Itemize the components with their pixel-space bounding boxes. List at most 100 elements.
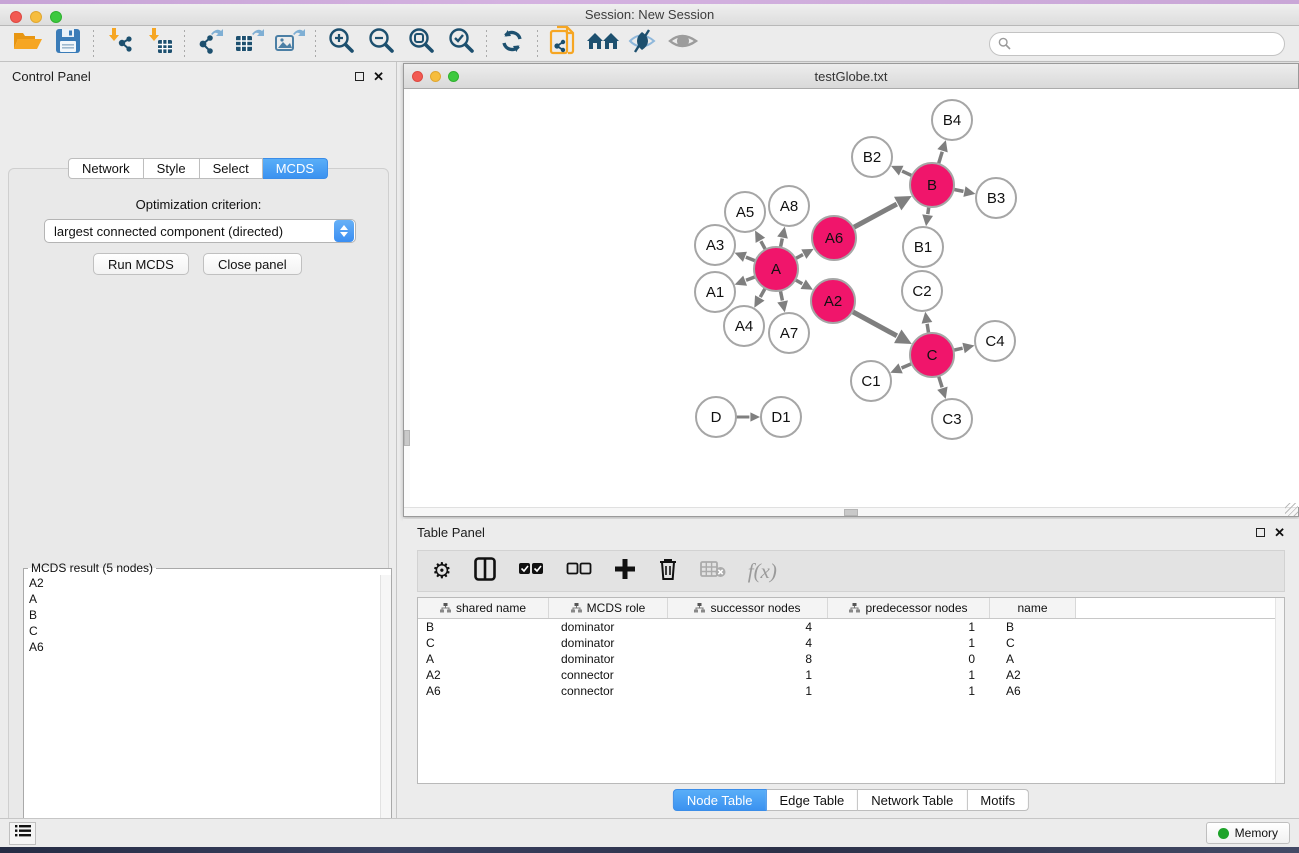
table-cell: 1	[828, 684, 990, 698]
open-session-button[interactable]	[8, 28, 48, 60]
node-label-A: A	[771, 261, 781, 278]
column-type-icon	[571, 603, 582, 613]
table-row[interactable]: Adominator80A	[418, 651, 1284, 667]
search-field[interactable]	[989, 32, 1285, 56]
deselect-all-button[interactable]	[566, 556, 592, 586]
tab-network[interactable]: Network	[68, 158, 144, 179]
search-container	[989, 32, 1285, 56]
select-all-button[interactable]	[518, 556, 544, 586]
column-selector-button[interactable]	[474, 556, 496, 586]
export-table-button[interactable]	[230, 28, 270, 60]
column-header-name[interactable]: name	[990, 598, 1076, 618]
criterion-dropdown[interactable]: largest connected component (directed)	[44, 219, 356, 243]
column-header-MCDS-role[interactable]: MCDS role	[549, 598, 668, 618]
float-panel-icon[interactable]	[355, 72, 364, 81]
toolbar-separator	[93, 30, 94, 58]
mcds-result-item[interactable]: A6	[24, 639, 381, 655]
zoom-fit-button[interactable]	[401, 28, 441, 60]
table-cell: 1	[828, 636, 990, 650]
tab-edge-table[interactable]: Edge Table	[766, 789, 858, 811]
column-header-successor-nodes[interactable]: successor nodes	[668, 598, 828, 618]
refresh-button[interactable]	[492, 28, 532, 60]
criterion-dropdown-value: largest connected component (directed)	[45, 224, 334, 239]
table-row[interactable]: Bdominator41B	[418, 619, 1284, 635]
table-cell: 1	[668, 668, 828, 682]
column-header-predecessor-nodes[interactable]: predecessor nodes	[828, 598, 990, 618]
mcds-result-item[interactable]: C	[24, 623, 381, 639]
desktop-strip-bottom	[0, 847, 1299, 853]
table-scrollbar[interactable]	[1275, 598, 1284, 783]
gear-icon: ⚙	[432, 560, 452, 582]
mcds-result-item[interactable]: A	[24, 591, 381, 607]
table-row[interactable]: Cdominator41C	[418, 635, 1284, 651]
close-window-button[interactable]	[10, 11, 22, 23]
network-window-controls	[412, 71, 459, 82]
node-table[interactable]: shared nameMCDS rolesuccessor nodesprede…	[417, 597, 1285, 784]
table-options-button[interactable]: ⚙	[432, 556, 452, 586]
zoom-out-button[interactable]	[361, 28, 401, 60]
close-table-panel-icon[interactable]: ✕	[1274, 528, 1285, 537]
minimize-window-button[interactable]	[30, 11, 42, 23]
mcds-panel: Optimization criterion: largest connecte…	[8, 168, 389, 853]
mcds-result-item[interactable]: B	[24, 607, 381, 623]
arrowhead	[777, 227, 788, 239]
arrowhead	[801, 280, 813, 290]
network-window-title: testGlobe.txt	[815, 69, 888, 84]
network-zoom-button[interactable]	[448, 71, 459, 82]
column-header-shared-name[interactable]: shared name	[418, 598, 549, 618]
tab-network-table[interactable]: Network Table	[858, 789, 967, 811]
checked-boxes-icon	[518, 562, 544, 581]
zoom-selected-button[interactable]	[441, 28, 481, 60]
network-canvas[interactable]: AA1A2A3A4A5A6A7A8BB1B2B3B4CC1C2C3C4DD1	[410, 89, 1299, 507]
tab-select[interactable]: Select	[200, 158, 263, 179]
add-column-button[interactable]	[614, 556, 636, 586]
import-table-icon	[144, 26, 174, 61]
node-label-B3: B3	[987, 190, 1005, 207]
delete-columns-button[interactable]	[658, 556, 678, 586]
arrowhead	[750, 412, 760, 421]
mcds-result-item[interactable]: A2	[24, 575, 381, 591]
first-neighbors-button[interactable]	[583, 28, 623, 60]
arrowhead	[801, 249, 813, 259]
network-close-button[interactable]	[412, 71, 423, 82]
run-mcds-button[interactable]: Run MCDS	[93, 253, 189, 275]
tab-motifs[interactable]: Motifs	[967, 789, 1029, 811]
zoom-window-button[interactable]	[50, 11, 62, 23]
network-minimize-button[interactable]	[430, 71, 441, 82]
import-table-button[interactable]	[139, 28, 179, 60]
table-row[interactable]: A2connector11A2	[418, 667, 1284, 683]
resize-grip[interactable]	[1285, 503, 1298, 516]
show-all-button[interactable]	[663, 28, 703, 60]
clone-network-button[interactable]	[543, 28, 583, 60]
export-image-button[interactable]	[270, 28, 310, 60]
close-panel-button[interactable]: Close panel	[203, 253, 302, 275]
table-row[interactable]: A6connector11A6	[418, 683, 1284, 699]
table-cell: 8	[668, 652, 828, 666]
show-console-button[interactable]	[9, 822, 36, 845]
table-cell: A2	[418, 668, 549, 682]
network-graph[interactable]: AA1A2A3A4A5A6A7A8BB1B2B3B4CC1C2C3C4DD1	[410, 89, 1299, 507]
network-horizontal-scrollbar[interactable]	[404, 507, 1298, 516]
close-panel-icon[interactable]: ✕	[373, 72, 384, 81]
tab-mcds[interactable]: MCDS	[263, 158, 328, 179]
network-window-titlebar[interactable]: testGlobe.txt	[404, 64, 1298, 89]
result-scrollbar[interactable]	[380, 575, 391, 853]
zoom-in-button[interactable]	[321, 28, 361, 60]
float-table-panel-icon[interactable]	[1256, 528, 1265, 537]
memory-status-icon	[1218, 828, 1229, 839]
search-input[interactable]	[1015, 35, 1284, 53]
hide-selected-button[interactable]	[623, 28, 663, 60]
columns-icon	[474, 557, 496, 586]
tab-node-table[interactable]: Node Table	[673, 789, 767, 811]
import-network-button[interactable]	[99, 28, 139, 60]
memory-button[interactable]: Memory	[1206, 822, 1290, 844]
table-cell: 0	[828, 652, 990, 666]
tab-style[interactable]: Style	[144, 158, 200, 179]
column-type-icon	[694, 603, 705, 613]
node-label-A4: A4	[735, 318, 753, 335]
table-cell: A2	[990, 668, 1076, 682]
save-session-button[interactable]	[48, 28, 88, 60]
export-network-button[interactable]	[190, 28, 230, 60]
arrowhead	[937, 387, 947, 399]
table-toolbar: ⚙ f(x)	[417, 550, 1285, 592]
